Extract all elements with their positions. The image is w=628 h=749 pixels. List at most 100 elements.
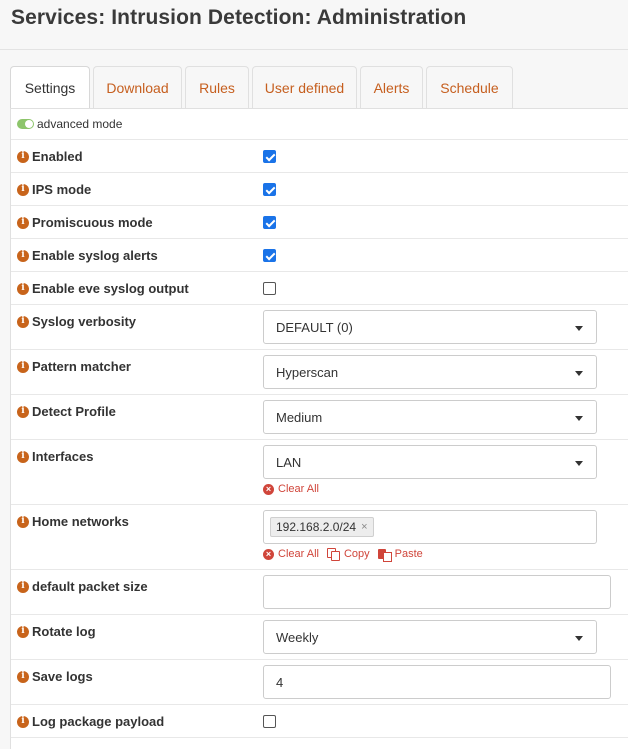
ips-mode-label: i IPS mode	[17, 182, 91, 197]
label-text: Enable eve syslog output	[32, 281, 189, 296]
advanced-mode-toggle[interactable]	[17, 119, 34, 129]
row-enabled: i Enabled	[11, 140, 628, 173]
label-text: Promiscuous mode	[32, 215, 153, 230]
home-networks-tag-input[interactable]: 192.168.2.0/24 ×	[263, 510, 597, 544]
tab-schedule[interactable]: Schedule	[426, 66, 513, 108]
interfaces-actions: × Clear All	[263, 483, 319, 495]
link-text: Copy	[343, 548, 370, 560]
info-icon[interactable]: i	[17, 150, 29, 163]
log-payload-checkbox[interactable]	[263, 715, 276, 728]
info-icon[interactable]: i	[17, 315, 29, 328]
detect-profile-select[interactable]: Medium	[263, 400, 597, 434]
label-text: IPS mode	[32, 182, 92, 197]
info-icon[interactable]: i	[17, 715, 29, 728]
clear-icon: ×	[263, 548, 274, 560]
page-header: Services: Intrusion Detection: Administr…	[0, 0, 628, 50]
info-icon[interactable]: i	[17, 670, 29, 683]
info-icon[interactable]: i	[17, 450, 29, 463]
save-logs-input[interactable]: 4	[263, 665, 611, 699]
label-text: Enable syslog alerts	[32, 248, 158, 263]
row-save-logs: i Save logs 4	[11, 660, 628, 705]
link-text: Clear All	[278, 548, 319, 560]
info-icon[interactable]: i	[17, 405, 29, 418]
link-text: Paste	[394, 548, 423, 560]
home-networks-paste-link[interactable]: Paste	[377, 548, 423, 562]
tab-bar: Settings Download Rules User defined Ale…	[10, 66, 628, 109]
advanced-mode-label: advanced mode	[37, 117, 123, 131]
enabled-checkbox[interactable]	[263, 150, 276, 163]
info-icon[interactable]: i	[17, 216, 29, 229]
input-value: 4	[276, 674, 284, 690]
select-value: DEFAULT (0)	[276, 319, 353, 335]
tab-settings[interactable]: Settings	[10, 66, 90, 109]
paste-icon	[377, 548, 392, 562]
caret-down-icon	[575, 461, 583, 466]
home-networks-clear-all-link[interactable]: × Clear All	[263, 548, 319, 560]
caret-down-icon	[575, 371, 583, 376]
syslog-verbosity-select[interactable]: DEFAULT (0)	[263, 310, 597, 344]
pattern-matcher-label: i Pattern matcher	[17, 359, 131, 374]
label-text: Interfaces	[32, 449, 94, 464]
promiscuous-mode-checkbox[interactable]	[263, 216, 276, 229]
select-value: Medium	[276, 409, 323, 425]
syslog-verbosity-label: i Syslog verbosity	[17, 314, 136, 329]
tab-alerts[interactable]: Alerts	[360, 66, 423, 108]
home-networks-label: i Home networks	[17, 514, 129, 529]
info-icon[interactable]: i	[17, 183, 29, 196]
copy-icon	[326, 548, 341, 561]
enabled-label: i Enabled	[17, 149, 83, 164]
interfaces-label: i Interfaces	[17, 449, 93, 464]
select-value: Weekly	[276, 629, 319, 645]
network-tag: 192.168.2.0/24 ×	[270, 517, 374, 537]
info-icon[interactable]: i	[17, 515, 29, 528]
row-promiscuous-mode: i Promiscuous mode	[11, 206, 628, 239]
label-text: Pattern matcher	[32, 359, 131, 374]
info-icon[interactable]: i	[17, 625, 29, 638]
caret-down-icon	[575, 636, 583, 641]
caret-down-icon	[575, 326, 583, 331]
rotate-log-label: i Rotate log	[17, 624, 96, 639]
eve-syslog-label: i Enable eve syslog output	[17, 281, 189, 296]
row-home-networks: i Home networks 192.168.2.0/24 × × Clear…	[11, 505, 628, 570]
tag-text: 192.168.2.0/24	[276, 520, 357, 534]
info-icon[interactable]: i	[17, 360, 29, 373]
info-icon[interactable]: i	[17, 249, 29, 262]
page-title: Services: Intrusion Detection: Administr…	[11, 6, 467, 29]
pattern-matcher-select[interactable]: Hyperscan	[263, 355, 597, 389]
interfaces-clear-all-link[interactable]: × Clear All	[263, 483, 319, 495]
syslog-alerts-label: i Enable syslog alerts	[17, 248, 158, 263]
tag-remove-icon[interactable]: ×	[361, 521, 367, 533]
settings-panel: advanced mode i Enabled i IPS mode i Pro…	[10, 108, 628, 749]
row-interfaces: i Interfaces LAN × Clear All	[11, 440, 628, 505]
home-networks-actions: × Clear All Copy Paste	[263, 548, 423, 562]
save-logs-label: i Save logs	[17, 669, 93, 684]
info-icon[interactable]: i	[17, 282, 29, 295]
packet-size-label: i default packet size	[17, 579, 148, 594]
eve-syslog-checkbox[interactable]	[263, 282, 276, 295]
tab-user-defined[interactable]: User defined	[252, 66, 357, 108]
label-text: Rotate log	[32, 624, 96, 639]
row-pattern-matcher: i Pattern matcher Hyperscan	[11, 350, 628, 395]
home-networks-copy-link[interactable]: Copy	[326, 548, 370, 561]
interfaces-select[interactable]: LAN	[263, 445, 597, 479]
tab-download[interactable]: Download	[93, 66, 182, 108]
row-packet-size: i default packet size	[11, 570, 628, 615]
tab-rules[interactable]: Rules	[185, 66, 249, 108]
label-text: default packet size	[32, 579, 148, 594]
packet-size-input[interactable]	[263, 575, 611, 609]
row-log-payload: i Log package payload	[11, 705, 628, 738]
row-rotate-log: i Rotate log Weekly	[11, 615, 628, 660]
row-ips-mode: i IPS mode	[11, 173, 628, 206]
info-icon[interactable]: i	[17, 580, 29, 593]
rotate-log-select[interactable]: Weekly	[263, 620, 597, 654]
label-text: Syslog verbosity	[32, 314, 137, 329]
ips-mode-checkbox[interactable]	[263, 183, 276, 196]
row-detect-profile: i Detect Profile Medium	[11, 395, 628, 440]
label-text: Save logs	[32, 669, 93, 684]
promiscuous-mode-label: i Promiscuous mode	[17, 215, 153, 230]
log-payload-label: i Log package payload	[17, 714, 164, 729]
label-text: Enabled	[32, 149, 83, 164]
row-eve-syslog: i Enable eve syslog output	[11, 272, 628, 305]
row-syslog-verbosity: i Syslog verbosity DEFAULT (0)	[11, 305, 628, 350]
syslog-alerts-checkbox[interactable]	[263, 249, 276, 262]
